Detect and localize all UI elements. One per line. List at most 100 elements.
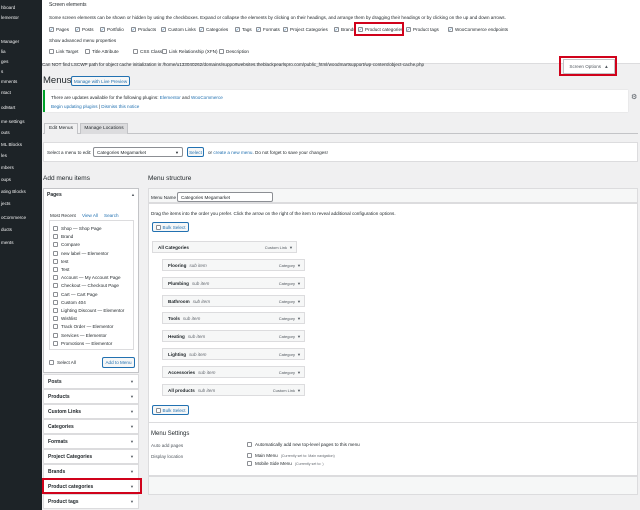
checkbox[interactable] xyxy=(85,49,90,54)
checkbox[interactable]: ✓ xyxy=(334,27,339,32)
page-checkbox[interactable] xyxy=(53,316,58,322)
mobile-side-menu-checkbox[interactable] xyxy=(247,461,252,466)
menu-item[interactable]: All products sub item Custom Link ▼ xyxy=(162,383,305,396)
chevron-down-icon[interactable]: ▼ xyxy=(289,242,293,253)
screen-option-8[interactable]: ✓ Project Categories xyxy=(283,27,328,32)
page-checkbox[interactable] xyxy=(53,291,58,297)
checkbox[interactable]: ✓ xyxy=(49,27,54,32)
page-checkbox[interactable] xyxy=(53,250,58,256)
sidebar-item[interactable]: ML Blocks xyxy=(0,140,42,150)
page-item[interactable]: Brand xyxy=(53,234,73,240)
checkbox[interactable]: ✓ xyxy=(406,27,411,32)
advanced-option-1[interactable]: Title Attribute xyxy=(85,49,119,54)
sidebar-item[interactable]: ducts xyxy=(0,225,42,235)
elementor-link[interactable]: Elementor xyxy=(160,95,181,100)
tab-edit-menus[interactable]: Edit Menus xyxy=(44,123,78,134)
page-item[interactable]: Compare xyxy=(53,242,80,248)
screen-option-3[interactable]: ✓ Products xyxy=(131,27,156,32)
screen-option-6[interactable]: ✓ Tags xyxy=(235,27,252,32)
bulk-select-button-bottom[interactable]: Bulk Select xyxy=(152,405,189,415)
page-item[interactable]: test xyxy=(53,258,68,264)
tab-view-all[interactable]: View All xyxy=(82,213,98,218)
menu-item[interactable]: Tools sub item Category ▼ xyxy=(162,312,305,325)
checkbox[interactable] xyxy=(219,49,224,54)
accordion-section[interactable]: Custom Links ▼ xyxy=(43,404,139,419)
screen-option-5[interactable]: ✓ Categories xyxy=(199,27,228,32)
page-checkbox[interactable] xyxy=(53,299,58,305)
begin-updating-link[interactable]: Begin updating plugins xyxy=(51,104,98,109)
checkbox[interactable]: ✓ xyxy=(161,27,166,32)
accordion-section[interactable]: Posts ▼ xyxy=(43,374,139,389)
accordion-section[interactable]: Formats ▼ xyxy=(43,434,139,449)
chevron-down-icon[interactable]: ▼ xyxy=(297,385,301,396)
checkbox[interactable] xyxy=(49,49,54,54)
sidebar-item[interactable]: oups xyxy=(0,175,42,185)
chevron-down-icon[interactable]: ▼ xyxy=(297,331,301,342)
page-item[interactable]: Lighting Discount — Elementor xyxy=(53,308,124,313)
sidebar-item[interactable]: Manager xyxy=(0,37,42,47)
sidebar-item[interactable]: s xyxy=(0,67,42,77)
sidebar-item[interactable]: jects xyxy=(0,199,42,209)
tab-most-recent[interactable]: Most Recent xyxy=(50,213,76,218)
checkbox[interactable]: ✓ xyxy=(75,27,80,32)
select-button[interactable]: Select xyxy=(187,147,204,157)
advanced-option-3[interactable]: Link Relationship (XFN) xyxy=(162,49,218,54)
sidebar-item[interactable]: me settings xyxy=(0,117,42,127)
pages-panel-title[interactable]: Pages xyxy=(47,192,62,198)
checkbox[interactable] xyxy=(133,49,138,54)
advanced-option-4[interactable]: Description xyxy=(219,49,249,54)
chevron-down-icon[interactable]: ▼ xyxy=(297,349,301,360)
screen-option-9[interactable]: ✓ Brands xyxy=(334,27,356,32)
page-checkbox[interactable] xyxy=(53,242,58,248)
menu-select[interactable]: Categories Megamarket ▼ xyxy=(93,147,183,157)
checkbox[interactable]: ✓ xyxy=(256,27,261,32)
menu-item[interactable]: Heating sub item Category ▼ xyxy=(162,330,305,343)
sidebar-item[interactable]: hboard xyxy=(0,3,42,13)
accordion-section[interactable]: Products ▼ xyxy=(43,389,139,404)
page-item[interactable]: Account — My Account Page xyxy=(53,275,121,281)
dismiss-notice-link[interactable]: Dismiss this notice xyxy=(101,104,139,109)
page-item[interactable]: Custom 404 xyxy=(53,299,86,305)
chevron-down-icon[interactable]: ▼ xyxy=(297,296,301,307)
accordion-section[interactable]: Brands ▼ xyxy=(43,464,139,479)
sidebar-item[interactable]: mments xyxy=(0,77,42,87)
create-new-menu-link[interactable]: create a new menu xyxy=(213,150,252,155)
page-checkbox[interactable] xyxy=(53,332,58,338)
sidebar-item[interactable]: oCommerce xyxy=(0,213,42,223)
woocommerce-link[interactable]: WooCommerce xyxy=(191,95,223,100)
page-item[interactable]: Services — Elementor xyxy=(53,332,107,338)
screen-option-2[interactable]: ✓ Portfolio xyxy=(100,27,124,32)
sidebar-item[interactable]: mbers xyxy=(0,163,42,173)
page-checkbox[interactable] xyxy=(53,275,58,281)
screen-option-1[interactable]: ✓ Posts xyxy=(75,27,94,32)
accordion-section[interactable]: Project Categories ▼ xyxy=(43,449,139,464)
auto-add-option[interactable]: Automatically add new top-level pages to… xyxy=(247,442,360,447)
accordion-section[interactable]: Categories ▼ xyxy=(43,419,139,434)
screen-option-0[interactable]: ✓ Pages xyxy=(49,27,69,32)
page-item[interactable]: Shop — Shop Page xyxy=(53,226,102,231)
tab-search[interactable]: Search xyxy=(104,213,119,218)
screen-option-11[interactable]: ✓ Product tags xyxy=(406,27,439,32)
checkbox[interactable]: ✓ xyxy=(235,27,240,32)
bulk-select-button-top[interactable]: Bulk Select xyxy=(152,222,189,232)
page-item[interactable]: Checkout — Checkout Page xyxy=(53,283,119,289)
manage-live-preview-button[interactable]: Manage with Live Preview xyxy=(71,76,130,86)
menu-item[interactable]: Lighting sub item Category ▼ xyxy=(162,348,305,360)
page-item[interactable]: Wishlist xyxy=(53,316,77,322)
page-item[interactable]: Promotions — Elementor xyxy=(53,340,112,346)
screen-option-12[interactable]: ✓ WooCommerce endpoints xyxy=(448,27,508,32)
screen-option-7[interactable]: ✓ Formats xyxy=(256,27,280,32)
checkbox[interactable]: ✓ xyxy=(199,27,204,32)
checkbox[interactable]: ✓ xyxy=(100,27,105,32)
menu-item-top[interactable]: All Categories Custom Link ▼ xyxy=(152,241,297,253)
page-item[interactable]: Track Order — Elementor xyxy=(53,324,113,330)
chevron-down-icon[interactable]: ▼ xyxy=(297,367,301,378)
sidebar-item[interactable]: les xyxy=(0,151,42,161)
page-item[interactable]: new label — Elementor xyxy=(53,250,109,256)
advanced-option-0[interactable]: Link Target xyxy=(49,49,78,54)
add-to-menu-button[interactable]: Add to Menu xyxy=(102,357,135,368)
page-checkbox[interactable] xyxy=(53,283,58,289)
chevron-down-icon[interactable]: ▼ xyxy=(297,278,301,289)
chevron-down-icon[interactable]: ▼ xyxy=(297,313,301,324)
checkbox[interactable]: ✓ xyxy=(283,27,288,32)
